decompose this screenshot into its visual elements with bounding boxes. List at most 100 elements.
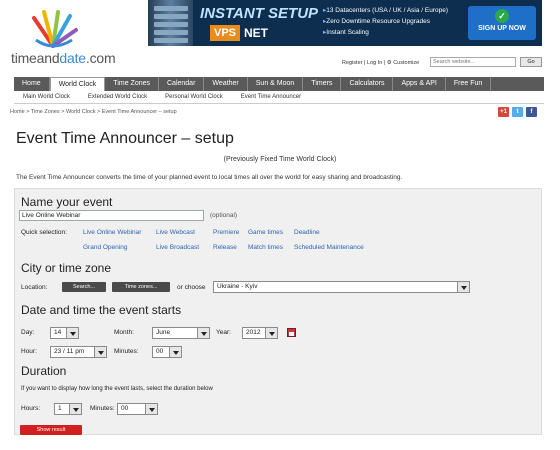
city-heading: City or time zone	[21, 261, 112, 275]
quick-release[interactable]: Release	[213, 244, 237, 251]
hour-select-value: 23 / 11 pm	[54, 348, 85, 355]
subnav-item-personal-world-clock[interactable]: Personal World Clock	[156, 91, 232, 103]
duration-heading: Duration	[21, 364, 67, 378]
chevron-down-icon	[94, 347, 106, 357]
quick-live-webcast[interactable]: Live Webcast	[156, 229, 195, 236]
day-select-value: 14	[54, 329, 62, 336]
or-choose-label: or choose	[177, 284, 206, 291]
year-select-value: 2012	[246, 329, 261, 336]
nav-item-weather[interactable]: Weather	[204, 77, 248, 91]
sub-nav: Main World Clock Extended World Clock Pe…	[14, 91, 544, 104]
subnav-item-extended-world-clock[interactable]: Extended World Clock	[79, 91, 156, 103]
duration-minutes-select-value: 00	[121, 405, 129, 412]
logo-text: timeanddate.com	[11, 50, 116, 66]
facebook-icon[interactable]: f	[526, 107, 537, 117]
page-title: Event Time Announcer – setup	[16, 130, 234, 147]
page-intro: The Event Time Announcer converts the ti…	[16, 174, 403, 181]
account-links[interactable]: Register | Log In | ⚙ Customize	[342, 60, 419, 66]
month-select-value: June	[156, 329, 171, 336]
ad-signup-button[interactable]: ✓ SIGN UP NOW	[468, 6, 536, 40]
social-buttons: +1 t f	[498, 107, 537, 117]
nav-item-calculators[interactable]: Calculators	[341, 77, 394, 91]
event-name-input[interactable]	[19, 210, 204, 221]
nav-item-world-clock[interactable]: World Clock	[49, 77, 106, 91]
nav-item-free-fun[interactable]: Free Fun	[446, 77, 492, 91]
location-label: Location:	[21, 284, 48, 291]
start-minutes-select-value: 00	[156, 348, 164, 355]
chevron-down-icon	[66, 328, 78, 338]
setup-form: Name your event (optional) Quick selecti…	[14, 188, 542, 435]
checkmark-icon: ✓	[495, 9, 509, 23]
month-select[interactable]: June	[152, 327, 210, 339]
chevron-down-icon	[69, 404, 81, 414]
site-logo[interactable]: timeanddate.com	[8, 10, 133, 70]
location-select[interactable]: Ukraine - Kyiv	[213, 281, 470, 293]
calendar-icon[interactable]	[287, 328, 296, 337]
subnav-item-main-world-clock[interactable]: Main World Clock	[14, 91, 79, 103]
quick-live-broadcast[interactable]: Live Broadcast	[156, 244, 199, 251]
logo-text-part1: timeand	[11, 50, 60, 66]
quick-match-times[interactable]: Match times	[248, 244, 283, 251]
quick-game-times[interactable]: Game times	[248, 229, 283, 236]
year-select[interactable]: 2012	[242, 327, 278, 339]
duration-hours-select[interactable]: 1	[54, 403, 82, 415]
day-select[interactable]: 14	[50, 327, 79, 339]
location-select-value: Ukraine - Kyiv	[217, 283, 258, 290]
chevron-down-icon	[457, 282, 469, 292]
server-rack-icon	[148, 0, 193, 46]
page-subtitle: (Previously Fixed Time World Clock)	[223, 156, 337, 163]
google-plus-icon[interactable]: +1	[498, 107, 509, 117]
main-nav: Home World Clock Time Zones Calendar Wea…	[14, 77, 544, 91]
show-result-button[interactable]: Show result	[20, 425, 82, 435]
nav-item-time-zones[interactable]: Time Zones	[105, 77, 159, 91]
location-search-button[interactable]: Search...	[62, 282, 106, 292]
date-heading: Date and time the event starts	[21, 303, 182, 317]
time-zones-button[interactable]: Time zones...	[112, 282, 170, 292]
chevron-down-icon	[197, 328, 209, 338]
subnav-item-event-time-announcer[interactable]: Event Time Announcer	[232, 91, 310, 103]
quick-grand-opening[interactable]: Grand Opening	[83, 244, 127, 251]
search-input[interactable]	[430, 57, 516, 67]
ad-vps-label: VPS	[210, 25, 241, 41]
chevron-down-icon	[145, 404, 157, 414]
logo-text-part2: date	[59, 50, 86, 66]
ad-title: INSTANT SETUP	[200, 5, 319, 22]
search-go-button[interactable]: Go	[520, 57, 542, 67]
duration-minutes-select[interactable]: 00	[117, 403, 158, 415]
logo-text-part3: .com	[85, 50, 116, 66]
nav-item-timers[interactable]: Timers	[303, 77, 342, 91]
optional-label: (optional)	[210, 212, 238, 219]
duration-hours-select-value: 1	[58, 405, 62, 412]
duration-minutes-label: Minutes:	[90, 405, 115, 412]
ad-bullets: 13 Datacenters (USA / UK / Asia / Europe…	[323, 5, 448, 38]
duration-hint: If you want to display how long the even…	[21, 386, 213, 392]
ad-bullet: Zero Downtime Resource Upgrades	[323, 16, 448, 27]
ad-signup-label: SIGN UP NOW	[478, 25, 526, 32]
chevron-down-icon	[169, 347, 181, 357]
chevron-down-icon	[265, 328, 277, 338]
breadcrumb[interactable]: Home > Time Zones > World Clock > Event …	[10, 109, 177, 115]
duration-hours-label: Hours:	[21, 405, 41, 412]
start-minutes-label: Minutes:	[114, 348, 139, 355]
ad-net-label: NET	[244, 26, 268, 40]
quick-scheduled-maintenance[interactable]: Scheduled Maintenance	[294, 244, 364, 251]
event-name-heading: Name your event	[21, 195, 113, 209]
nav-item-home[interactable]: Home	[14, 77, 50, 91]
ad-banner[interactable]: INSTANT SETUP VPS NET 13 Datacenters (US…	[148, 0, 542, 46]
year-label: Year:	[216, 329, 231, 336]
month-label: Month:	[114, 329, 134, 336]
twitter-icon[interactable]: t	[512, 107, 523, 117]
quick-selection-label: Quick selection:	[21, 229, 67, 236]
nav-item-calendar[interactable]: Calendar	[159, 77, 205, 91]
quick-live-online-webinar[interactable]: Live Online Webinar	[83, 229, 141, 236]
nav-item-sun-moon[interactable]: Sun & Moon	[248, 77, 304, 91]
start-minutes-select[interactable]: 00	[152, 346, 182, 358]
ad-bullet: Instant Scaling	[323, 27, 448, 38]
hour-select[interactable]: 23 / 11 pm	[50, 346, 107, 358]
quick-deadline[interactable]: Deadline	[294, 229, 320, 236]
quick-premiere[interactable]: Premiere	[213, 229, 239, 236]
logo-rays-icon	[32, 10, 78, 48]
day-label: Day:	[21, 329, 35, 336]
nav-item-apps-api[interactable]: Apps & API	[393, 77, 446, 91]
ad-bullet: 13 Datacenters (USA / UK / Asia / Europe…	[323, 5, 448, 16]
